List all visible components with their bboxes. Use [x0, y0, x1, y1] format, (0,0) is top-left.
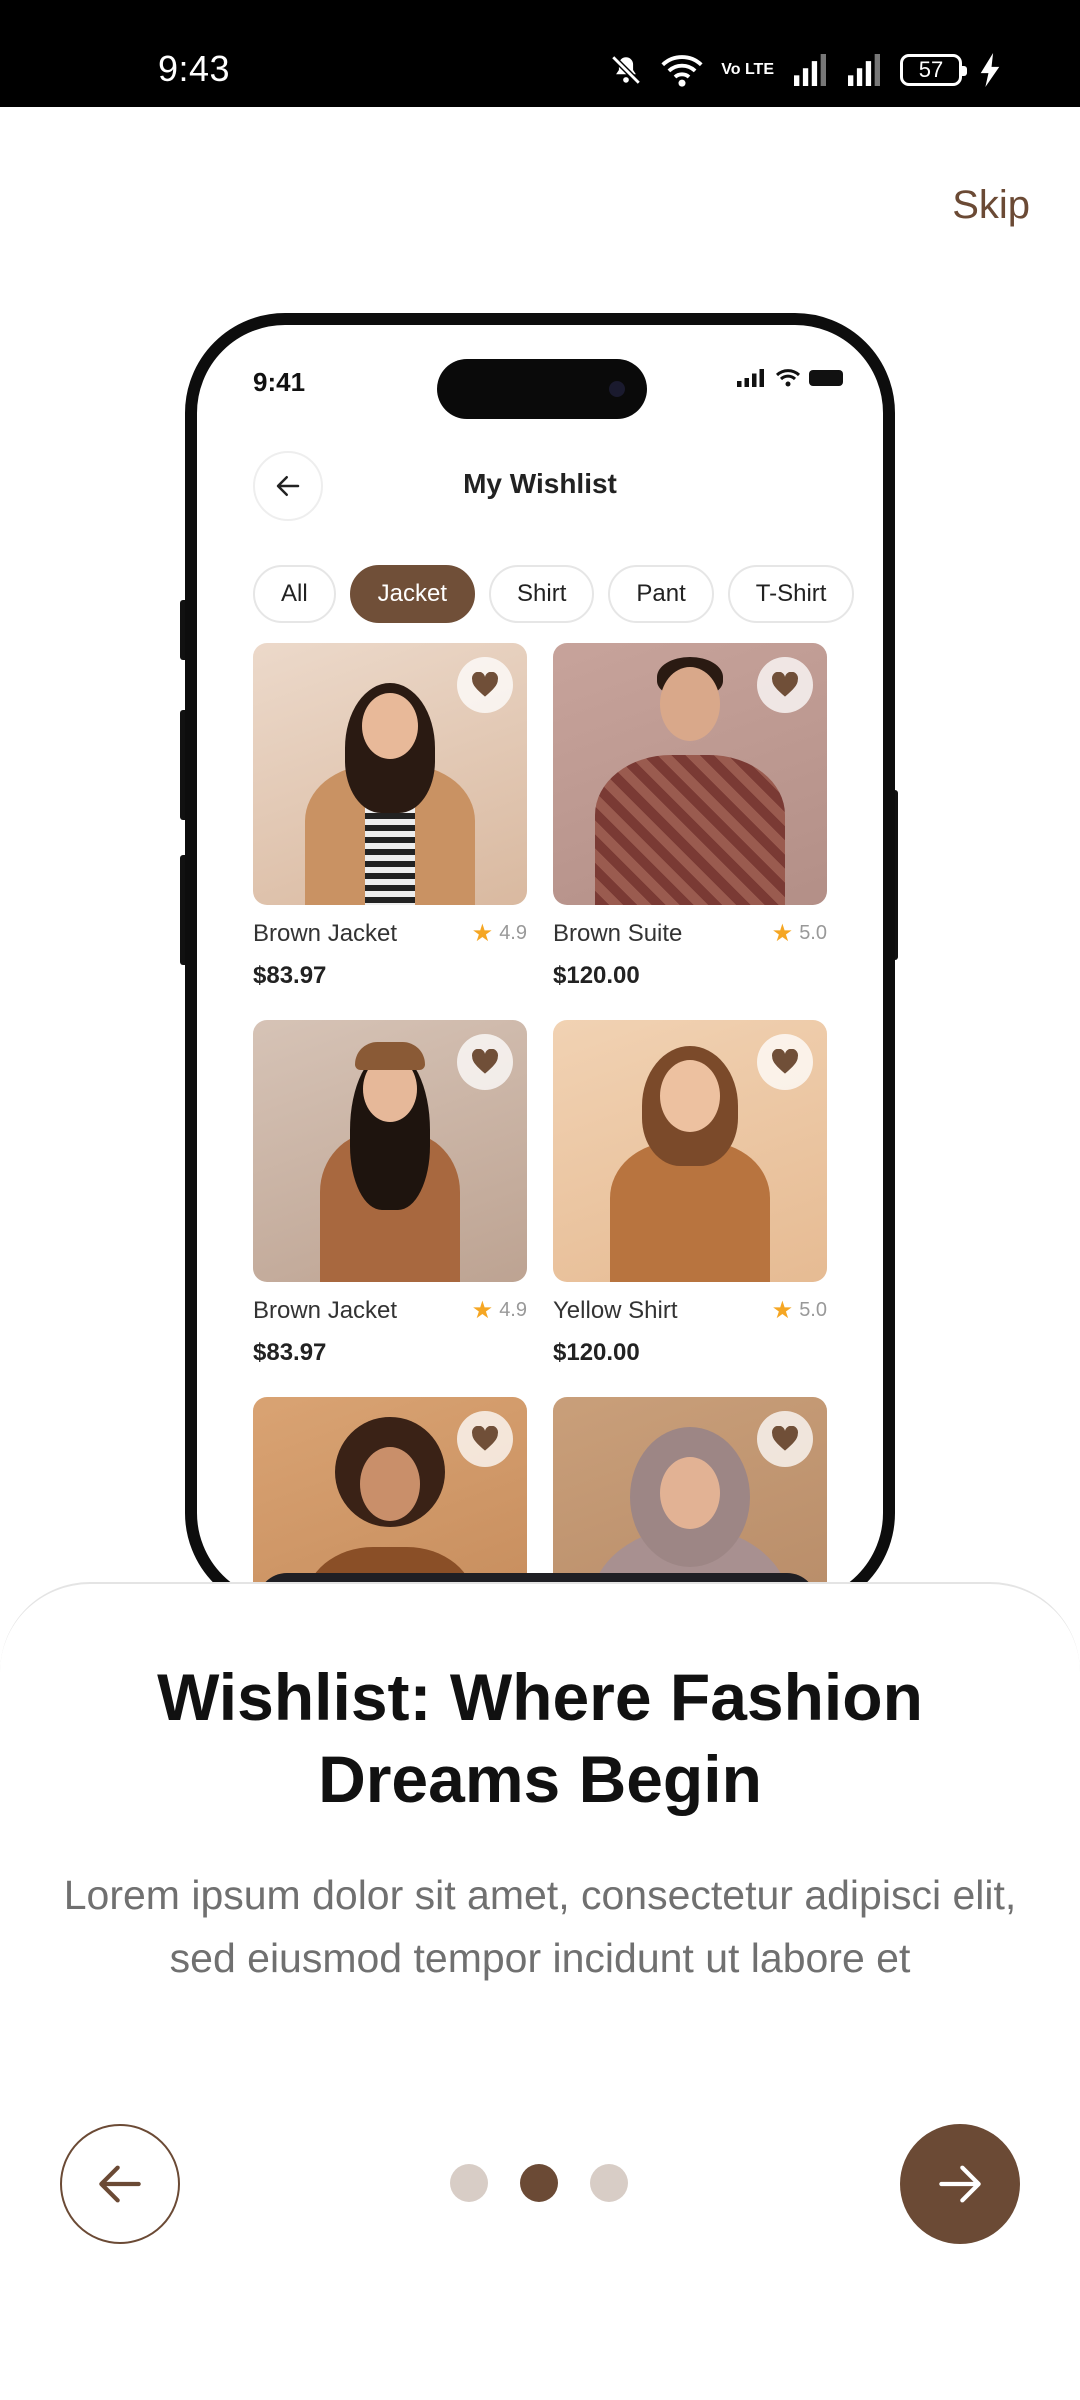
heart-icon	[772, 1426, 798, 1451]
product-card[interactable]: Brown Jacket ★ 4.9 $83.97	[253, 1020, 527, 1367]
heart-icon	[472, 672, 498, 697]
arrow-left-icon	[99, 2165, 141, 2203]
heart-icon	[772, 1049, 798, 1074]
page-indicator	[450, 2164, 628, 2202]
wifi-icon	[775, 369, 801, 387]
chip-tshirt[interactable]: T-Shirt	[727, 565, 855, 623]
next-button[interactable]	[900, 2124, 1020, 2244]
onboarding-description: Lorem ipsum dolor sit amet, consectetur …	[63, 1872, 1017, 1981]
status-bar: 9:43 Vo LTE 57	[0, 0, 1080, 107]
onboarding-sheet: Wishlist: Where Fashion Dreams Begin Lor…	[0, 1582, 1080, 2400]
page-dot-2[interactable]	[520, 2164, 558, 2202]
battery-icon: 57	[900, 54, 967, 86]
page-dot-1[interactable]	[450, 2164, 488, 2202]
chip-shirt[interactable]: Shirt	[489, 565, 595, 623]
signal-icon	[794, 54, 826, 86]
chip-pant[interactable]: Pant	[608, 565, 714, 623]
heart-icon	[472, 1426, 498, 1451]
product-price: $83.97	[253, 962, 327, 989]
product-price: $83.97	[253, 1339, 327, 1366]
heart-button[interactable]	[457, 1411, 513, 1467]
dynamic-island	[437, 359, 647, 419]
battery-level: 57	[918, 57, 944, 82]
heart-button[interactable]	[457, 657, 513, 713]
product-image	[553, 643, 827, 905]
skip-button[interactable]: Skip	[952, 183, 1030, 228]
heart-button[interactable]	[757, 1411, 813, 1467]
chip-jacket[interactable]: Jacket	[349, 565, 476, 623]
previous-button[interactable]	[60, 2124, 180, 2244]
product-name: Brown Jacket	[253, 1296, 398, 1324]
category-chips: All Jacket Shirt Pant T-Shirt	[253, 565, 855, 623]
mockup-status-icons	[737, 369, 843, 387]
star-icon: ★	[471, 1297, 494, 1324]
phone-mockup: 9:41 My Wishlist All Jacket Shirt Pant T…	[185, 313, 895, 1613]
arrow-right-icon	[939, 2165, 981, 2203]
status-icons: Vo LTE 57	[609, 50, 1000, 90]
status-time: 9:43	[158, 48, 231, 89]
product-price: $120.00	[553, 1339, 640, 1366]
product-card[interactable]: Brown Jacket ★ 4.9 $83.97	[253, 643, 527, 990]
star-icon: ★	[771, 920, 794, 947]
product-image	[253, 643, 527, 905]
signal-icon	[848, 54, 880, 86]
product-price: $120.00	[553, 962, 640, 989]
product-card[interactable]: Yellow Shirt ★ 5.0 $120.00	[553, 1020, 827, 1367]
product-image	[253, 1020, 527, 1282]
heart-button[interactable]	[757, 1034, 813, 1090]
product-name: Brown Suite	[553, 919, 683, 947]
signal-icon	[737, 369, 764, 387]
product-rating: ★ 4.9	[471, 1297, 527, 1324]
page-dot-3[interactable]	[590, 2164, 628, 2202]
product-image	[553, 1020, 827, 1282]
volte-icon: Vo LTE	[721, 61, 774, 78]
heart-icon	[472, 1049, 498, 1074]
charging-icon	[980, 53, 1000, 87]
onboarding-headline: Wishlist: Where Fashion Dreams Begin	[157, 1660, 923, 1816]
star-icon: ★	[471, 920, 494, 947]
product-rating: ★ 5.0	[771, 1297, 827, 1324]
wifi-icon	[661, 55, 703, 87]
product-card[interactable]: Brown Suite ★ 5.0 $120.00	[553, 643, 827, 990]
chip-all[interactable]: All	[253, 565, 336, 623]
product-rating: ★ 5.0	[771, 920, 827, 947]
product-rating: ★ 4.9	[471, 920, 527, 947]
wishlist-grid: Brown Jacket ★ 4.9 $83.97 Brown Suite ★ 5.…	[253, 643, 828, 1601]
star-icon: ★	[771, 1297, 794, 1324]
battery-icon	[809, 370, 843, 386]
page-title: My Wishlist	[463, 468, 617, 499]
heart-icon	[772, 672, 798, 697]
heart-button[interactable]	[757, 657, 813, 713]
bell-off-icon	[611, 55, 642, 85]
mockup-time: 9:41	[253, 367, 306, 397]
product-name: Yellow Shirt	[553, 1296, 678, 1324]
product-name: Brown Jacket	[253, 919, 398, 947]
heart-button[interactable]	[457, 1034, 513, 1090]
